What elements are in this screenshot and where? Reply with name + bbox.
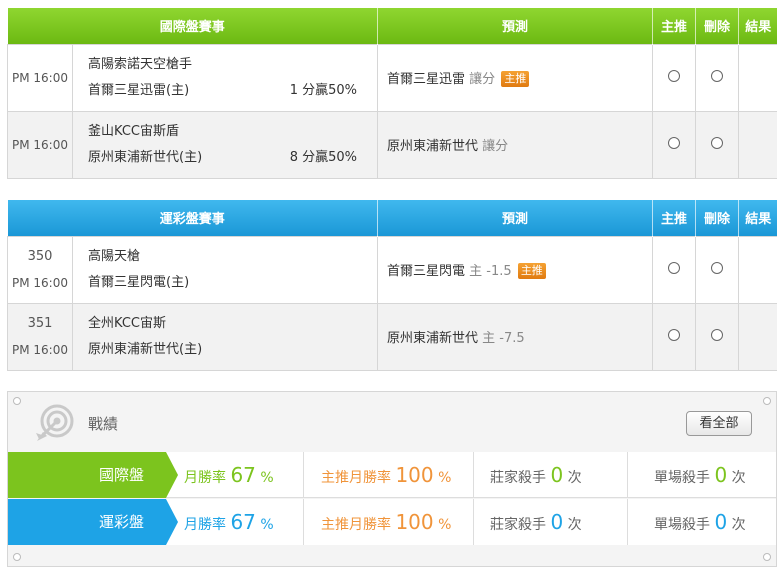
main-pick-win-rate: 主推月勝率 100 %	[304, 499, 474, 545]
game-time: PM 16:00	[12, 342, 68, 357]
table-row: PM 16:00 高陽索諾天空槍手 首爾三星迅雷(主) 1 分贏50% 首爾三星迅…	[7, 43, 777, 112]
header-delete: 刪除	[695, 8, 740, 44]
dealer-killer: 莊家殺手 0 次	[474, 452, 628, 498]
game-time: PM 16:00	[12, 275, 68, 290]
prediction-team: 原州東浦新世代	[387, 331, 479, 346]
prediction-team: 首爾三星閃電	[387, 264, 466, 279]
prediction-cell: 首爾三星迅雷 讓分 主推	[377, 43, 654, 112]
team-away: 全州KCC宙斯	[88, 315, 166, 331]
delete-radio[interactable]	[711, 261, 724, 274]
main-pick-radio[interactable]	[668, 261, 681, 274]
main-pick-badge: 主推	[501, 71, 530, 87]
result-cell	[738, 110, 777, 179]
view-all-button[interactable]: 看全部	[686, 411, 752, 436]
header-predict: 預測	[377, 8, 654, 44]
header-main: 主推	[652, 200, 697, 236]
intl-games-table: 國際盤賽事 預測 主推 刪除 結果 PM 16:00 高陽索諾天空槍手 首爾三星…	[7, 8, 777, 179]
delete-radio[interactable]	[711, 136, 724, 149]
record-panel: 戰績 看全部 國際盤 月勝率 67 % 主推月勝率 100 % 莊家殺手 0 次…	[7, 391, 777, 567]
corner-dot	[13, 553, 21, 561]
team-home: 原州東浦新世代(主)	[88, 149, 203, 165]
game-time-cell: 351 PM 16:00	[7, 302, 73, 371]
odds: 8 分贏50%	[289, 149, 358, 165]
prediction-team: 原州東浦新世代	[387, 139, 479, 154]
team-home: 首爾三星迅雷(主)	[88, 82, 190, 98]
table-row: PM 16:00 釜山KCC宙斯盾 原州東浦新世代(主) 8 分贏50% 原州東浦…	[7, 110, 777, 179]
header-result: 結果	[738, 8, 777, 44]
prediction-type: 讓分	[469, 72, 496, 87]
single-game-killer: 單場殺手 0 次	[654, 463, 746, 487]
header-result: 結果	[738, 200, 777, 236]
table-header: 國際盤賽事 預測 主推 刪除 結果	[7, 8, 777, 44]
intl-record-row: 國際盤 月勝率 67 % 主推月勝率 100 % 莊家殺手 0 次 單場殺手 0…	[8, 452, 776, 498]
lottery-games-table: 運彩盤賽事 預測 主推 刪除 結果 350 PM 16:00 高陽天槍 首爾三星…	[7, 200, 777, 371]
header-main: 主推	[652, 8, 697, 44]
result-cell	[738, 43, 777, 112]
team-away: 釜山KCC宙斯盾	[88, 123, 179, 139]
game-number: 351	[27, 315, 53, 331]
record-title: 戰績	[88, 415, 119, 433]
odds: 1 分贏50%	[289, 82, 358, 98]
main-pick-badge: 主推	[517, 263, 546, 279]
monthly-win-rate: 月勝率 67 %	[166, 452, 304, 498]
prediction-cell: 原州東浦新世代 讓分	[377, 110, 654, 179]
main-pick-radio[interactable]	[668, 136, 681, 149]
game-time: PM 16:00	[7, 43, 73, 112]
prediction-team: 首爾三星迅雷	[387, 72, 466, 87]
main-pick-radio[interactable]	[668, 69, 681, 82]
lottery-record-row: 運彩盤 月勝率 67 % 主推月勝率 100 % 莊家殺手 0 次 單場殺手 0…	[8, 499, 776, 545]
result-cell	[738, 235, 777, 304]
delete-radio[interactable]	[711, 328, 724, 341]
dealer-killer: 莊家殺手 0 次	[474, 499, 628, 545]
match-cell: 全州KCC宙斯 原州東浦新世代(主)	[71, 302, 379, 371]
prediction-type: 主 -1.5	[469, 264, 512, 279]
team-away: 高陽索諾天空槍手	[88, 56, 193, 72]
record-header: 戰績 看全部	[8, 392, 776, 452]
main-pick-radio[interactable]	[668, 328, 681, 341]
team-away: 高陽天槍	[88, 248, 141, 264]
game-number: 350	[27, 248, 53, 264]
header-match: 運彩盤賽事	[7, 200, 379, 236]
prediction-cell: 原州東浦新世代 主 -7.5	[377, 302, 654, 371]
single-game-killer: 單場殺手 0 次	[654, 510, 746, 534]
prediction-cell: 首爾三星閃電 主 -1.5 主推	[377, 235, 654, 304]
main-pick-win-rate: 主推月勝率 100 %	[304, 452, 474, 498]
prediction-type: 主 -7.5	[482, 331, 525, 346]
prediction-type: 讓分	[482, 139, 509, 154]
table-row: 351 PM 16:00 全州KCC宙斯 原州東浦新世代(主) 原州東浦新世代 …	[7, 302, 777, 371]
result-cell	[738, 302, 777, 371]
table-header: 運彩盤賽事 預測 主推 刪除 結果	[7, 200, 777, 236]
header-delete: 刪除	[695, 200, 740, 236]
table-row: 350 PM 16:00 高陽天槍 首爾三星閃電(主) 首爾三星閃電 主 -1.…	[7, 235, 777, 304]
target-icon	[36, 404, 74, 441]
match-cell: 高陽天槍 首爾三星閃電(主)	[71, 235, 379, 304]
corner-dot	[763, 553, 771, 561]
monthly-win-rate: 月勝率 67 %	[166, 499, 304, 545]
delete-radio[interactable]	[711, 69, 724, 82]
game-time-cell: 350 PM 16:00	[7, 235, 73, 304]
team-home: 首爾三星閃電(主)	[88, 274, 190, 290]
team-home: 原州東浦新世代(主)	[88, 341, 203, 357]
match-cell: 高陽索諾天空槍手 首爾三星迅雷(主) 1 分贏50%	[71, 43, 379, 112]
header-match: 國際盤賽事	[7, 8, 379, 44]
record-label: 運彩盤	[8, 499, 178, 545]
record-label: 國際盤	[8, 452, 178, 498]
game-time: PM 16:00	[7, 110, 73, 179]
header-predict: 預測	[377, 200, 654, 236]
match-cell: 釜山KCC宙斯盾 原州東浦新世代(主) 8 分贏50%	[71, 110, 379, 179]
